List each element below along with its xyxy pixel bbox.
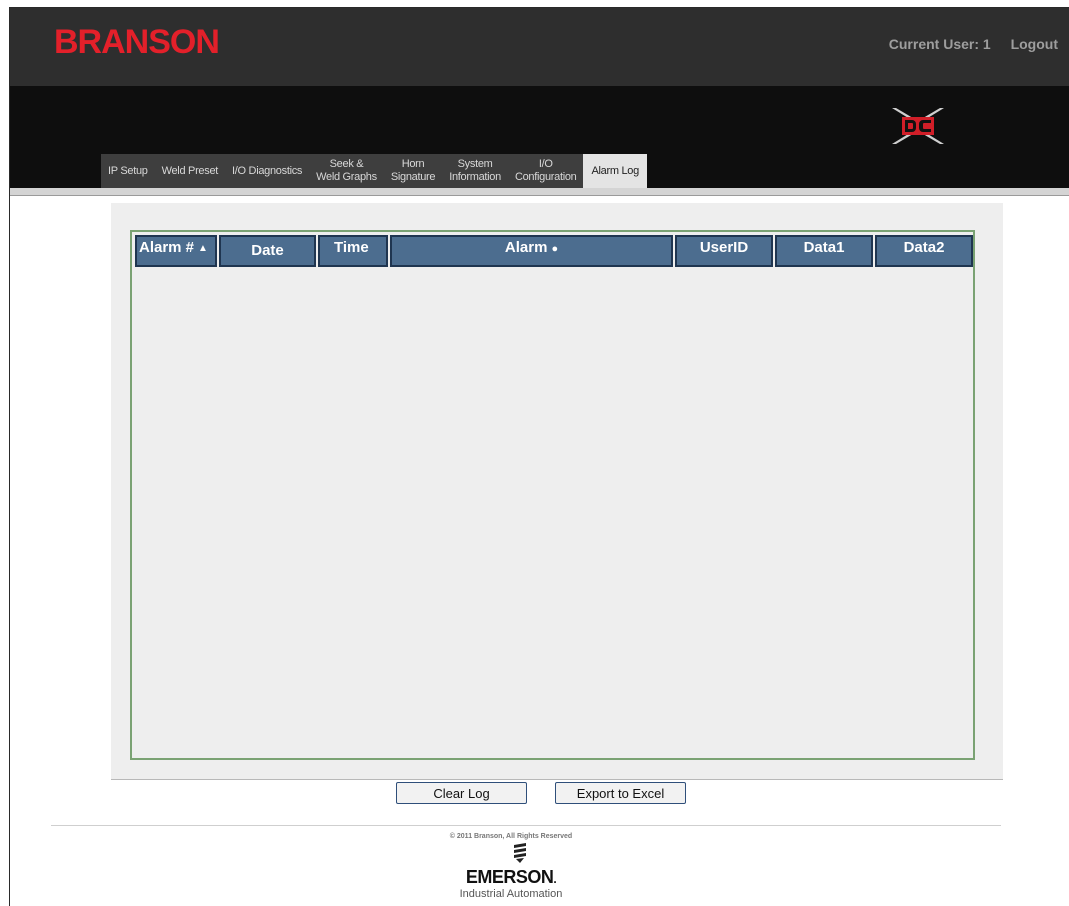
clear-log-button[interactable]: Clear Log — [396, 782, 527, 804]
column-header-data2[interactable]: Data2 — [875, 235, 973, 267]
tab-io-configuration[interactable]: I/O Configuration — [508, 154, 584, 188]
footer-divider — [51, 825, 1001, 826]
emerson-logo-icon — [514, 843, 526, 863]
column-label: Data2 — [903, 239, 945, 256]
main-tabs: IP Setup Weld Preset I/O Diagnostics See… — [101, 154, 647, 188]
export-to-excel-button[interactable]: Export to Excel — [555, 782, 686, 804]
app-window: BRANSON Current User: 1 Logout IP Setup … — [9, 7, 1069, 906]
user-area: Current User: 1 Logout — [873, 36, 1058, 52]
tab-seek-weld-graphs[interactable]: Seek & Weld Graphs — [309, 154, 384, 188]
column-header-time[interactable]: Time — [318, 235, 388, 267]
top-bar: BRANSON Current User: 1 Logout — [10, 8, 1069, 86]
tab-ip-setup[interactable]: IP Setup — [101, 154, 155, 188]
column-header-userid[interactable]: UserID — [675, 235, 773, 267]
column-label: Time — [334, 239, 369, 256]
copyright-text: © 2011 Branson, All Rights Reserved — [449, 833, 573, 840]
emerson-wordmark: EMERSON — [465, 867, 554, 887]
tab-horn-signature[interactable]: Horn Signature — [384, 154, 442, 188]
branson-logo: BRANSON — [54, 23, 220, 61]
column-header-alarm-number[interactable]: Alarm # ▲ — [135, 235, 217, 267]
logout-link[interactable]: Logout — [1011, 36, 1058, 52]
dot-icon: ● — [551, 243, 559, 255]
tab-system-information[interactable]: System Information — [442, 154, 508, 188]
column-label: Alarm # — [139, 239, 195, 256]
column-label: Alarm — [504, 239, 548, 256]
emerson-wordmark-dot: . — [553, 872, 557, 886]
column-header-alarm[interactable]: Alarm ● — [390, 235, 673, 267]
sort-asc-icon: ▲ — [198, 243, 208, 254]
column-header-date[interactable]: Date — [219, 235, 316, 267]
tab-weld-preset[interactable]: Weld Preset — [155, 154, 225, 188]
column-label: Date — [251, 242, 284, 259]
tab-io-diagnostics[interactable]: I/O Diagnostics — [225, 154, 309, 188]
dcx-logo-icon — [892, 108, 944, 144]
column-header-data1[interactable]: Data1 — [775, 235, 873, 267]
emerson-division: Industrial Automation — [459, 888, 563, 900]
emerson-logo: EMERSON. — [10, 867, 1012, 888]
tab-underline — [10, 188, 1069, 196]
current-user-label: Current User: 1 — [888, 36, 991, 52]
alarm-log-table: Alarm # ▲ Date Time Alarm ● UserID Data1 D… — [130, 230, 975, 760]
divider — [111, 779, 1003, 780]
column-label: UserID — [699, 239, 749, 256]
tab-alarm-log[interactable]: Alarm Log — [583, 154, 647, 188]
column-label: Data1 — [803, 239, 845, 256]
